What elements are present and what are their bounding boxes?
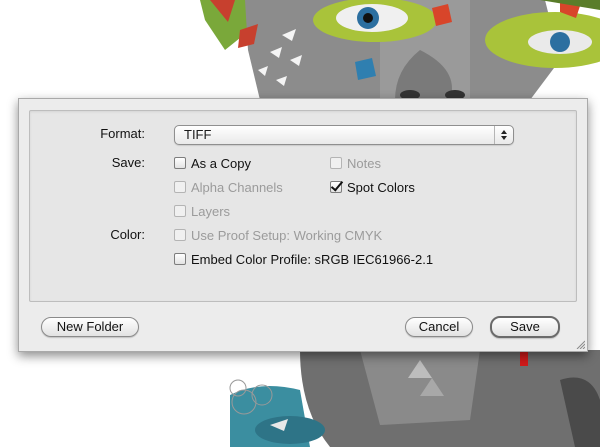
resize-grip-icon[interactable] [575,339,585,349]
color-section-label: Color: [110,227,145,242]
notes-checkbox [330,157,342,169]
spot-colors-label: Spot Colors [347,179,415,195]
alpha-channels-checkbox [174,181,186,193]
up-down-arrows-icon [494,126,513,144]
use-proof-setup-option: Use Proof Setup: Working CMYK [174,226,382,244]
notes-option: Notes [330,154,381,172]
alpha-channels-option: Alpha Channels [174,178,283,196]
save-button[interactable]: Save [490,316,560,338]
as-a-copy-checkbox[interactable] [174,157,186,169]
use-proof-setup-checkbox [174,229,186,241]
save-options-dialog: Format: TIFF Save: As a Copy Notes Alpha… [18,98,588,352]
format-select-value: TIFF [184,127,212,142]
cancel-button[interactable]: Cancel [405,317,473,337]
layers-checkbox [174,205,186,217]
spot-colors-option[interactable]: Spot Colors [330,178,415,196]
as-a-copy-label: As a Copy [191,155,251,171]
alpha-channels-label: Alpha Channels [191,179,283,195]
save-section-label: Save: [111,155,145,170]
new-folder-button[interactable]: New Folder [41,317,139,337]
layers-option: Layers [174,202,230,220]
embed-color-profile-label: Embed Color Profile: sRGB IEC61966-2.1 [191,251,434,267]
layers-label: Layers [191,203,231,219]
embed-color-profile-option[interactable]: Embed Color Profile: sRGB IEC61966-2.1 [174,250,433,268]
as-a-copy-option[interactable]: As a Copy [174,154,251,172]
format-select[interactable]: TIFF [174,125,514,145]
format-label: Format: [100,126,145,141]
spot-colors-checkbox[interactable] [330,181,342,193]
embed-color-profile-checkbox[interactable] [174,253,186,265]
use-proof-setup-label: Use Proof Setup: Working CMYK [191,227,383,243]
notes-label: Notes [347,155,381,171]
